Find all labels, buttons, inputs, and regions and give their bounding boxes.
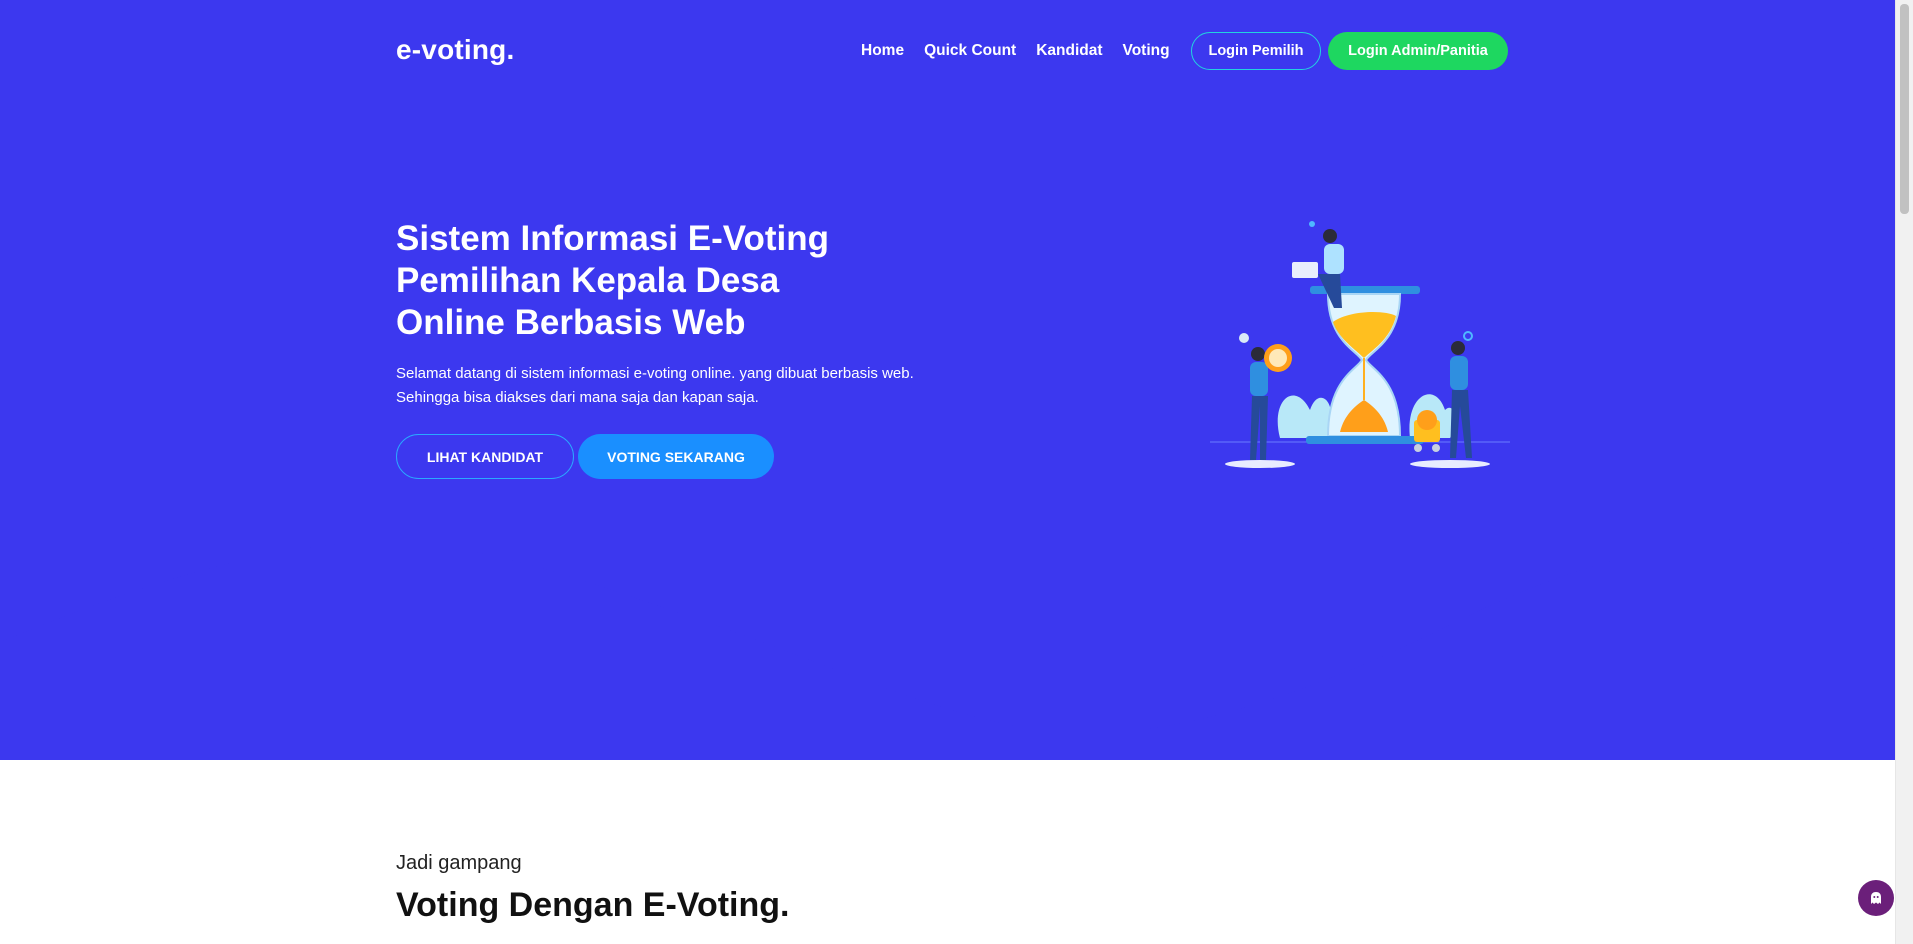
main-nav: Home Quick Count Kandidat Voting	[861, 42, 1190, 60]
nav-quick-count[interactable]: Quick Count	[924, 42, 1016, 60]
nav-kandidat[interactable]: Kandidat	[1036, 42, 1102, 60]
nav-voting[interactable]: Voting	[1123, 42, 1170, 60]
hero-title-line3: Online Berbasis Web	[396, 303, 746, 342]
scrollbar-thumb[interactable]	[1900, 4, 1909, 214]
site-logo[interactable]: e-voting.	[396, 34, 514, 66]
hero-subtitle-line1: Selamat datang di sistem informasi e-vot…	[396, 365, 914, 382]
hero-wave-divider	[0, 500, 1913, 734]
hero-title-line2: Pemilihan Kepala Desa	[396, 261, 780, 300]
login-admin-button[interactable]: Login Admin/Panitia	[1328, 32, 1508, 70]
chat-ghost-icon[interactable]	[1858, 880, 1894, 916]
login-pemilih-button[interactable]: Login Pemilih	[1191, 32, 1321, 70]
hero-title-highlight: E-Voting	[687, 219, 830, 258]
hero-subtitle: Selamat datang di sistem informasi e-vot…	[396, 362, 1016, 410]
hourglass-illustration	[1210, 221, 1510, 468]
section-heading: Voting Dengan E-Voting.	[396, 886, 790, 924]
hero-subtitle-line2: Sehingga bisa diakses dari mana saja dan…	[396, 389, 759, 406]
hero-title: Sistem Informasi E-Voting Pemilihan Kepa…	[396, 218, 996, 344]
page-scrollbar[interactable]	[1895, 0, 1913, 944]
nav-home[interactable]: Home	[861, 42, 904, 60]
hero-title-line1a: Sistem Informasi	[396, 219, 688, 258]
section-kicker: Jadi gampang	[396, 852, 522, 874]
voting-sekarang-button[interactable]: VOTING SEKARANG	[578, 434, 774, 479]
ghost-icon	[1871, 892, 1881, 904]
lihat-kandidat-button[interactable]: LIHAT KANDIDAT	[396, 434, 574, 479]
